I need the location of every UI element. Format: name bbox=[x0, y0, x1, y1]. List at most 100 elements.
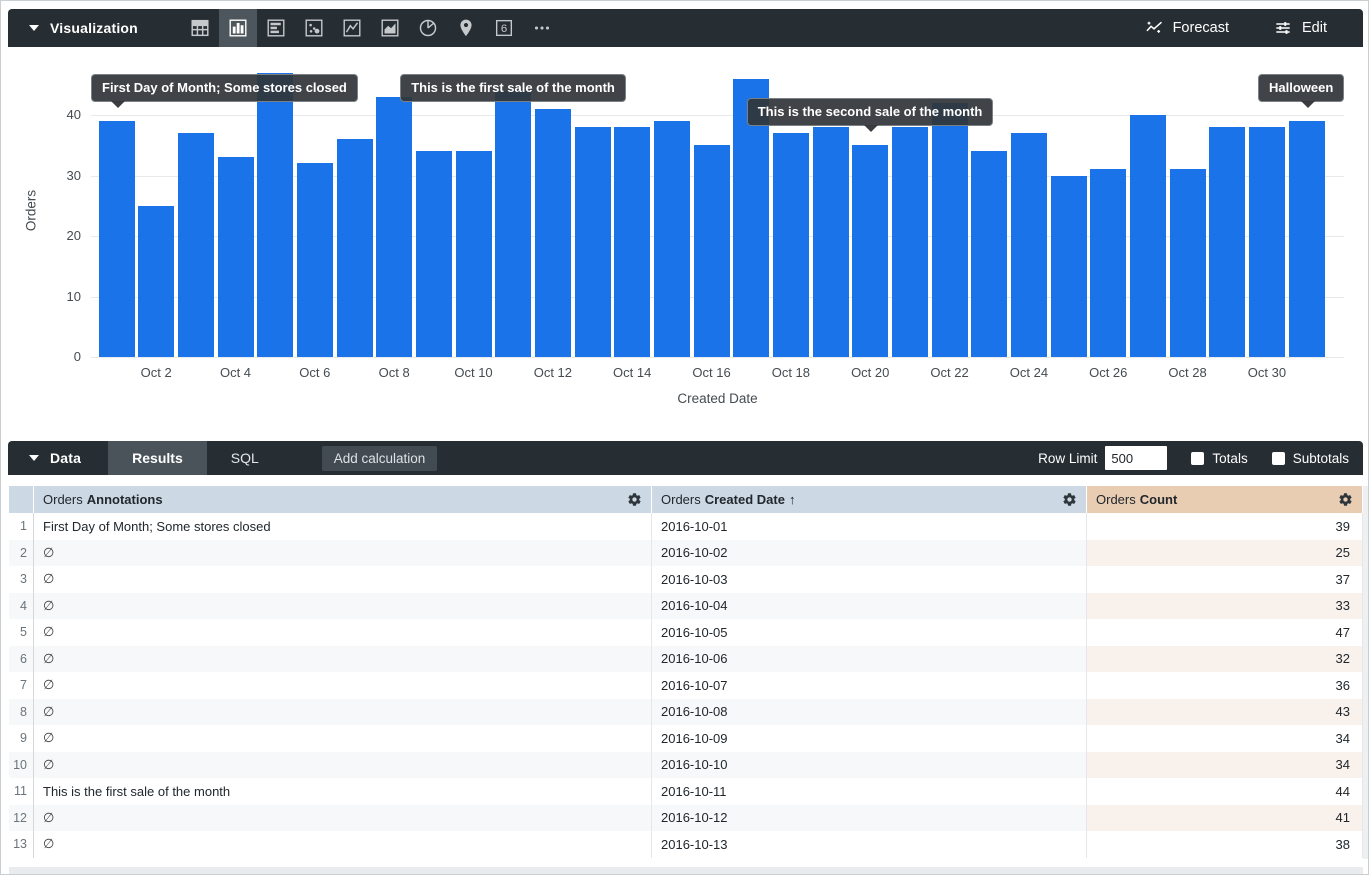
subtotals-checkbox-group[interactable]: Subtotals bbox=[1272, 451, 1349, 466]
date-cell[interactable]: 2016-10-06 bbox=[652, 646, 1087, 673]
bar[interactable] bbox=[1249, 127, 1285, 357]
date-cell[interactable]: 2016-10-03 bbox=[652, 566, 1087, 593]
tab-results[interactable]: Results bbox=[108, 441, 207, 475]
bar[interactable] bbox=[614, 127, 650, 357]
date-cell[interactable]: 2016-10-07 bbox=[652, 672, 1087, 699]
bar[interactable] bbox=[1209, 127, 1245, 357]
column-header-created-date[interactable]: OrdersCreated Date↑ bbox=[652, 486, 1087, 513]
bar[interactable] bbox=[257, 73, 293, 357]
date-cell[interactable]: 2016-10-13 bbox=[652, 831, 1087, 858]
annotation-cell[interactable]: ∅ bbox=[34, 566, 652, 593]
bar[interactable] bbox=[1289, 121, 1325, 357]
bar[interactable] bbox=[971, 151, 1007, 357]
data-collapse-caret-icon[interactable] bbox=[29, 455, 39, 461]
count-cell[interactable]: 36 bbox=[1087, 672, 1363, 699]
edit-button[interactable]: Edit bbox=[1273, 18, 1327, 38]
annotation-cell[interactable]: ∅ bbox=[34, 831, 652, 858]
bar[interactable] bbox=[773, 133, 809, 357]
bar[interactable] bbox=[297, 163, 333, 357]
bar[interactable] bbox=[337, 139, 373, 357]
tab-sql[interactable]: SQL bbox=[207, 441, 283, 475]
bar[interactable] bbox=[376, 97, 412, 357]
column-gear-icon[interactable] bbox=[1062, 492, 1077, 507]
annotation-cell[interactable]: ∅ bbox=[34, 699, 652, 726]
visualization-collapse-caret-icon[interactable] bbox=[29, 25, 39, 31]
viz-type-pie[interactable] bbox=[409, 9, 447, 47]
bar[interactable] bbox=[1170, 169, 1206, 357]
bar[interactable] bbox=[932, 103, 968, 357]
viz-type-area[interactable] bbox=[371, 9, 409, 47]
bar[interactable] bbox=[1130, 115, 1166, 357]
date-cell[interactable]: 2016-10-01 bbox=[652, 513, 1087, 540]
bar[interactable] bbox=[575, 127, 611, 357]
add-calculation-button[interactable]: Add calculation bbox=[322, 446, 438, 471]
bar[interactable] bbox=[813, 127, 849, 357]
bar[interactable] bbox=[1090, 169, 1126, 357]
count-cell[interactable]: 38 bbox=[1087, 831, 1363, 858]
count-cell[interactable]: 34 bbox=[1087, 725, 1363, 752]
viz-type-more[interactable] bbox=[523, 9, 561, 47]
bar[interactable] bbox=[535, 109, 571, 357]
forecast-button[interactable]: Forecast bbox=[1144, 18, 1229, 38]
row-limit-input[interactable] bbox=[1105, 446, 1167, 470]
count-cell[interactable]: 39 bbox=[1087, 513, 1363, 540]
bar[interactable] bbox=[654, 121, 690, 357]
column-gear-icon[interactable] bbox=[1338, 492, 1353, 507]
bar[interactable] bbox=[1011, 133, 1047, 357]
bar[interactable] bbox=[99, 121, 135, 357]
annotation-cell[interactable]: ∅ bbox=[34, 805, 652, 832]
annotation-cell[interactable]: First Day of Month; Some stores closed bbox=[34, 513, 652, 540]
totals-checkbox[interactable] bbox=[1191, 452, 1204, 465]
bar[interactable] bbox=[694, 145, 730, 357]
totals-checkbox-group[interactable]: Totals bbox=[1191, 451, 1247, 466]
row-number-cell: 7 bbox=[9, 672, 34, 699]
count-cell[interactable]: 43 bbox=[1087, 699, 1363, 726]
annotation-cell[interactable]: ∅ bbox=[34, 540, 652, 567]
column-header-count[interactable]: OrdersCount bbox=[1087, 486, 1363, 513]
annotation-cell[interactable]: ∅ bbox=[34, 593, 652, 620]
count-cell[interactable]: 32 bbox=[1087, 646, 1363, 673]
date-cell[interactable]: 2016-10-09 bbox=[652, 725, 1087, 752]
count-cell[interactable]: 47 bbox=[1087, 619, 1363, 646]
count-cell[interactable]: 44 bbox=[1087, 778, 1363, 805]
date-cell[interactable]: 2016-10-04 bbox=[652, 593, 1087, 620]
date-cell[interactable]: 2016-10-02 bbox=[652, 540, 1087, 567]
date-cell[interactable]: 2016-10-05 bbox=[652, 619, 1087, 646]
count-cell[interactable]: 37 bbox=[1087, 566, 1363, 593]
bar[interactable] bbox=[138, 206, 174, 357]
count-cell[interactable]: 34 bbox=[1087, 752, 1363, 779]
bar[interactable] bbox=[1051, 176, 1087, 358]
bar[interactable] bbox=[178, 133, 214, 357]
column-header-annotations[interactable]: OrdersAnnotations bbox=[34, 486, 652, 513]
viz-type-scatter[interactable] bbox=[295, 9, 333, 47]
date-cell[interactable]: 2016-10-08 bbox=[652, 699, 1087, 726]
viz-type-map[interactable] bbox=[447, 9, 485, 47]
bar[interactable] bbox=[218, 157, 254, 357]
bar[interactable] bbox=[495, 91, 531, 357]
date-cell[interactable]: 2016-10-12 bbox=[652, 805, 1087, 832]
viz-type-single-value[interactable]: 6 bbox=[485, 9, 523, 47]
count-cell[interactable]: 41 bbox=[1087, 805, 1363, 832]
bar[interactable] bbox=[892, 127, 928, 357]
bar[interactable] bbox=[416, 151, 452, 357]
bar[interactable] bbox=[456, 151, 492, 357]
annotation-cell[interactable]: ∅ bbox=[34, 672, 652, 699]
subtotals-checkbox[interactable] bbox=[1272, 452, 1285, 465]
annotation-cell[interactable]: ∅ bbox=[34, 619, 652, 646]
viz-type-bar-horizontal[interactable] bbox=[257, 9, 295, 47]
annotation-cell[interactable]: ∅ bbox=[34, 646, 652, 673]
bar[interactable] bbox=[852, 145, 888, 357]
viz-type-bar[interactable] bbox=[219, 9, 257, 47]
vertical-scrollbar[interactable] bbox=[1363, 486, 1369, 859]
annotation-cell[interactable]: ∅ bbox=[34, 725, 652, 752]
viz-type-line[interactable] bbox=[333, 9, 371, 47]
date-cell[interactable]: 2016-10-10 bbox=[652, 752, 1087, 779]
date-cell[interactable]: 2016-10-11 bbox=[652, 778, 1087, 805]
viz-type-table[interactable] bbox=[181, 9, 219, 47]
annotation-cell[interactable]: ∅ bbox=[34, 752, 652, 779]
horizontal-scrollbar[interactable] bbox=[9, 867, 1363, 875]
count-cell[interactable]: 25 bbox=[1087, 540, 1363, 567]
annotation-cell[interactable]: This is the first sale of the month bbox=[34, 778, 652, 805]
column-gear-icon[interactable] bbox=[627, 492, 642, 507]
count-cell[interactable]: 33 bbox=[1087, 593, 1363, 620]
